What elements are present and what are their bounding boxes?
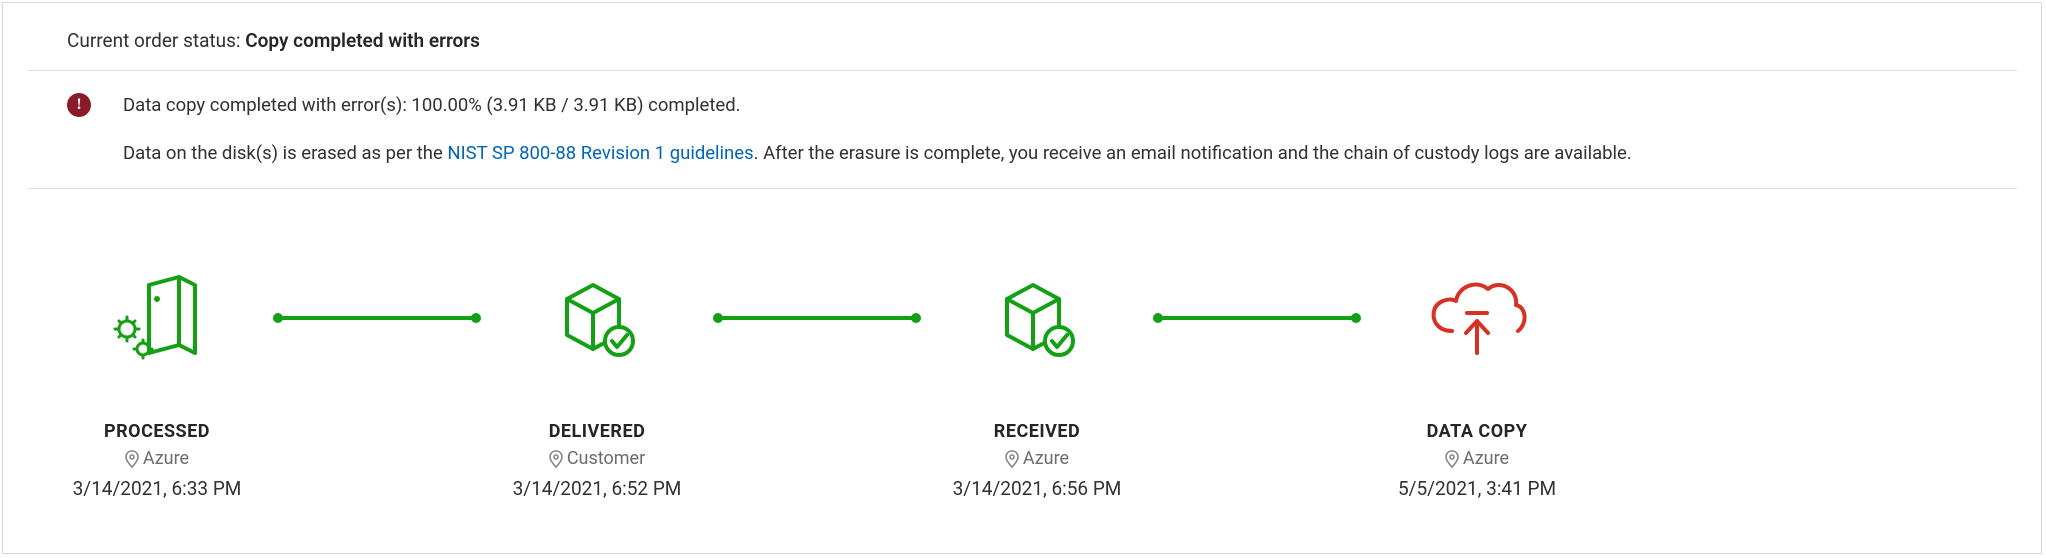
alert-text: Data copy completed with error(s): 100.0…: [123, 91, 1632, 168]
step-location: Azure: [1005, 448, 1069, 469]
location-pin-icon: [1005, 450, 1019, 468]
step-time: 5/5/2021, 3:41 PM: [1377, 477, 1577, 500]
step-label-datacopy: DATA COPY Azure 5/5/2021, 3:41 PM: [1377, 421, 1577, 500]
step-name: DELIVERED: [497, 421, 697, 442]
alert-line-2: Data on the disk(s) is erased as per the…: [123, 139, 1632, 169]
step-icon-processed: [57, 273, 257, 363]
step-location: Azure: [1445, 448, 1509, 469]
step-label-received: RECEIVED Azure 3/14/2021, 6:56 PM: [937, 421, 1137, 500]
step-icon-delivered: [497, 273, 697, 363]
status-value: Copy completed with errors: [245, 29, 480, 52]
location-pin-icon: [125, 450, 139, 468]
step-location-text: Customer: [567, 448, 645, 469]
step-location-text: Azure: [1023, 448, 1069, 469]
step-connector: [1157, 316, 1357, 320]
step-name: DATA COPY: [1377, 421, 1577, 442]
steps-icon-row: [57, 273, 2041, 363]
location-pin-icon: [1445, 450, 1459, 468]
server-gears-icon: [107, 273, 207, 363]
step-location-text: Azure: [1463, 448, 1509, 469]
step-time: 3/14/2021, 6:33 PM: [57, 477, 257, 500]
step-label-delivered: DELIVERED Customer 3/14/2021, 6:52 PM: [497, 421, 697, 500]
step-icon-received: [937, 273, 1137, 363]
step-connector: [277, 316, 477, 320]
status-header: Current order status: Copy completed wit…: [3, 3, 2041, 70]
step-time: 3/14/2021, 6:56 PM: [937, 477, 1137, 500]
step-name: RECEIVED: [937, 421, 1137, 442]
step-icon-datacopy: [1377, 273, 1577, 363]
status-label: Current order status:: [67, 29, 245, 52]
error-icon: !: [67, 93, 91, 117]
location-pin-icon: [549, 450, 563, 468]
step-location: Customer: [549, 448, 645, 469]
step-label-processed: PROCESSED Azure 3/14/2021, 6:33 PM: [57, 421, 257, 500]
alert-block: ! Data copy completed with error(s): 100…: [3, 71, 2041, 188]
box-check-icon: [987, 273, 1087, 363]
nist-guidelines-link[interactable]: NIST SP 800-88 Revision 1 guidelines: [447, 142, 753, 164]
alert-line-2-post: . After the erasure is complete, you rec…: [754, 142, 1632, 164]
step-name: PROCESSED: [57, 421, 257, 442]
steps-labels-row: PROCESSED Azure 3/14/2021, 6:33 PM DELIV…: [57, 421, 2041, 500]
box-check-icon: [547, 273, 647, 363]
cloud-upload-icon: [1422, 273, 1532, 363]
alert-line-1: Data copy completed with error(s): 100.0…: [123, 91, 1632, 121]
order-status-panel: Current order status: Copy completed wit…: [2, 2, 2042, 554]
steps-area: PROCESSED Azure 3/14/2021, 6:33 PM DELIV…: [3, 189, 2041, 500]
step-location-text: Azure: [143, 448, 189, 469]
step-location: Azure: [125, 448, 189, 469]
step-time: 3/14/2021, 6:52 PM: [497, 477, 697, 500]
alert-line-2-pre: Data on the disk(s) is erased as per the: [123, 142, 447, 164]
step-connector: [717, 316, 917, 320]
